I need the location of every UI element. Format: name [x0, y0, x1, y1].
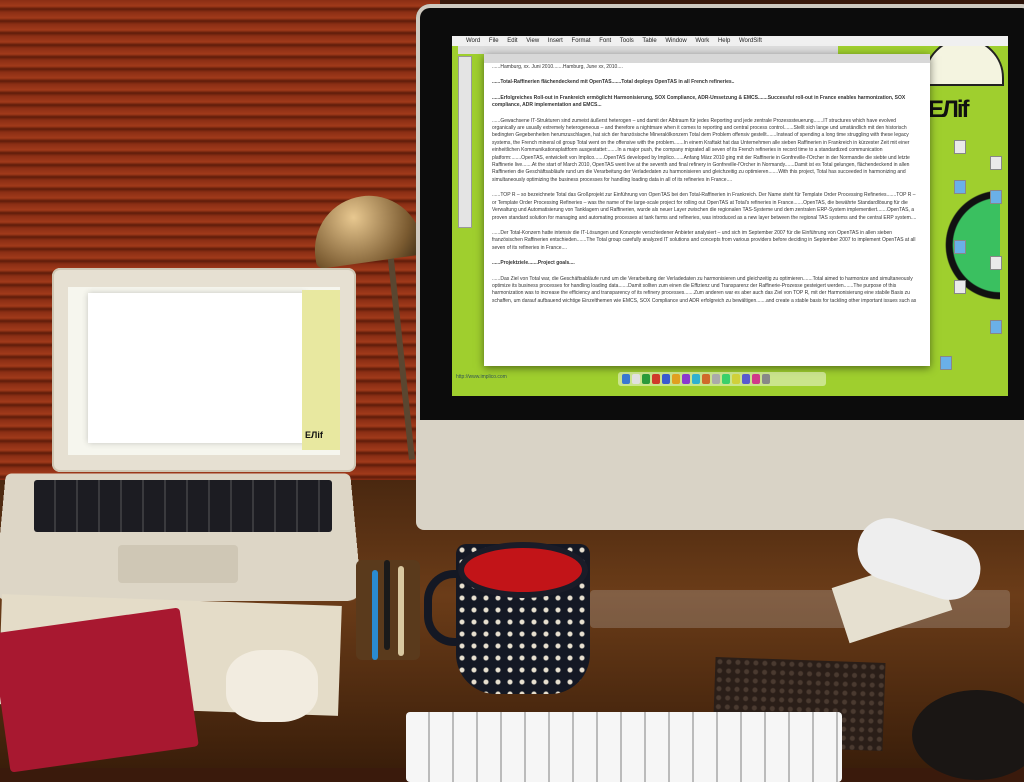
desktop-file-icon[interactable] — [954, 280, 966, 294]
pen — [398, 566, 404, 656]
menu-edit[interactable]: Edit — [507, 38, 517, 44]
app-icon[interactable] — [652, 374, 660, 384]
menu-file[interactable]: File — [489, 38, 499, 44]
pen — [384, 560, 390, 650]
app-icon[interactable] — [732, 374, 740, 384]
app-icon[interactable] — [742, 374, 750, 384]
desktop-file-icon[interactable] — [990, 156, 1002, 170]
pen — [372, 570, 378, 660]
menu-wordsift[interactable]: WordSift — [739, 38, 762, 44]
word-icon[interactable] — [662, 374, 670, 384]
menu-tools[interactable]: Tools — [620, 38, 634, 44]
app-icon[interactable] — [632, 374, 640, 384]
apple-keyboard — [406, 712, 842, 782]
desktop-folder-icon[interactable] — [940, 356, 952, 370]
menu-view[interactable]: View — [526, 38, 539, 44]
document-titlebar[interactable] — [484, 54, 930, 63]
app-icon[interactable] — [712, 374, 720, 384]
app-icon[interactable] — [692, 374, 700, 384]
dock — [618, 372, 826, 386]
document-body[interactable]: ......Hamburg, xx. Juni 2010.......Hambu… — [492, 64, 918, 360]
desktop-file-icon[interactable] — [990, 256, 1002, 270]
app-icon[interactable] — [752, 374, 760, 384]
imac-chin — [416, 420, 1024, 530]
doc-dateline: ......Hamburg, xx. Juni 2010.......Hambu… — [492, 64, 623, 70]
status-url: http://www.implico.com — [456, 374, 507, 380]
laptop-trackpad — [118, 545, 238, 583]
menu-format[interactable]: Format — [572, 38, 591, 44]
menu-window[interactable]: Window — [665, 38, 686, 44]
doc-paragraph: ......Gewachsene IT-Strukturen sind zume… — [492, 117, 910, 183]
doc-subhead: ......Erfolgreiches Roll-out in Frankrei… — [492, 94, 906, 109]
menu-insert[interactable]: Insert — [548, 38, 563, 44]
wallpaper-text: ЕЛif — [928, 96, 970, 123]
app-icon[interactable] — [672, 374, 680, 384]
menu-word[interactable]: Word — [466, 38, 480, 44]
app-icon[interactable] — [682, 374, 690, 384]
trash-icon[interactable] — [762, 374, 770, 384]
laptop-document-window — [88, 293, 306, 443]
app-icon[interactable] — [642, 374, 650, 384]
crumpled-tissue — [226, 650, 318, 722]
formatting-toolbar[interactable] — [458, 46, 838, 54]
desktop-folder-icon[interactable] — [954, 180, 966, 194]
laptop-wallpaper-text: ЕЛif — [305, 430, 323, 440]
doc-section-heading: ......Projektziele.......Project goals..… — [492, 260, 575, 267]
tool-palette[interactable] — [458, 56, 472, 228]
doc-headline: ......Total-Raffinerien flächendeckend m… — [492, 79, 735, 86]
mug-opening — [458, 542, 588, 598]
menu-work[interactable]: Work — [695, 38, 709, 44]
desktop-folder-icon[interactable] — [954, 240, 966, 254]
menu-help[interactable]: Help — [718, 38, 730, 44]
doc-paragraph: ......TOP R – so bezeichnete Total das G… — [492, 192, 917, 221]
menu-font[interactable]: Font — [599, 38, 611, 44]
app-icon[interactable] — [722, 374, 730, 384]
desktop-file-icon[interactable] — [954, 140, 966, 154]
app-icon[interactable] — [702, 374, 710, 384]
finder-icon[interactable] — [622, 374, 630, 384]
menu-table[interactable]: Table — [642, 38, 656, 44]
laptop-wallpaper: ЕЛif — [302, 290, 340, 450]
laptop-keyboard — [34, 480, 332, 532]
red-notebook — [0, 607, 199, 773]
doc-paragraph: ......Das Ziel von Total war, die Geschä… — [492, 275, 917, 304]
desktop-folder-icon[interactable] — [990, 190, 1002, 204]
desktop-folder-icon[interactable] — [990, 320, 1002, 334]
menu-bar: Word File Edit View Insert Format Font T… — [452, 36, 1008, 46]
doc-paragraph: ......Der Total-Konzern hatte intensiv d… — [492, 229, 916, 251]
